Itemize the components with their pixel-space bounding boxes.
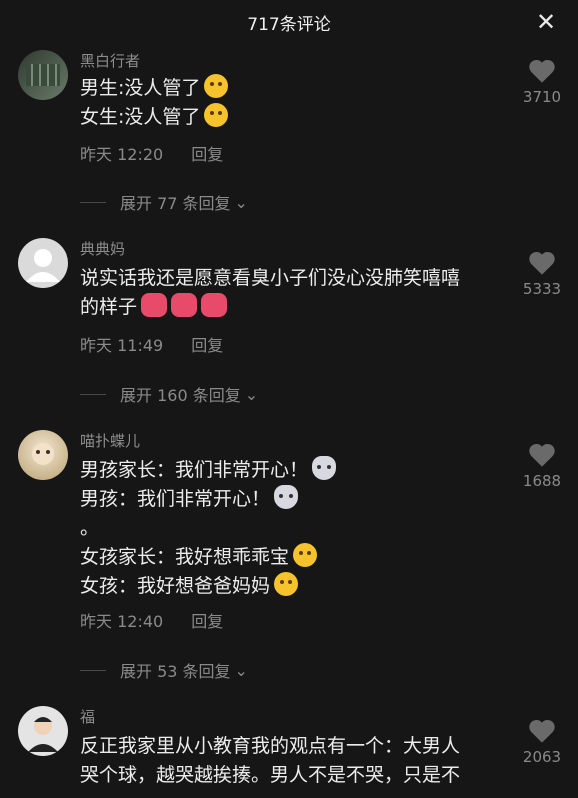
comment-line: 男孩：我们非常开心！ bbox=[80, 488, 271, 510]
username[interactable]: 福 bbox=[80, 706, 95, 727]
avatar[interactable] bbox=[18, 238, 68, 288]
username[interactable]: 黑白行者 bbox=[80, 50, 140, 71]
like-button[interactable]: 2063 bbox=[520, 718, 564, 766]
username[interactable]: 典典妈 bbox=[80, 238, 125, 259]
cat-emoji-icon bbox=[312, 456, 337, 480]
expand-replies-label: 展开 53 条回复 bbox=[120, 662, 231, 681]
avatar-photo-icon bbox=[28, 717, 58, 752]
like-button[interactable]: 3710 bbox=[520, 58, 564, 106]
timestamp: 昨天 11:49 bbox=[80, 336, 164, 355]
username[interactable]: 喵扑蝶儿 bbox=[80, 430, 140, 451]
love-emoji-icon bbox=[141, 293, 168, 317]
chevron-down-icon: ⌄ bbox=[234, 660, 248, 680]
like-count: 2063 bbox=[522, 748, 562, 766]
divider bbox=[80, 201, 106, 203]
heart-icon bbox=[529, 443, 555, 467]
avatar[interactable] bbox=[18, 50, 68, 100]
avatar-photo-icon bbox=[32, 443, 54, 465]
expand-replies-button[interactable]: 展开 160 条回复 ⌄ bbox=[80, 382, 258, 406]
default-avatar-icon bbox=[26, 249, 60, 282]
comment-line: 女孩：我好想爸爸妈妈 bbox=[80, 575, 271, 597]
reply-button[interactable]: 回复 bbox=[191, 608, 223, 632]
heart-icon bbox=[529, 251, 555, 275]
expand-replies-label: 展开 77 条回复 bbox=[120, 194, 231, 213]
expand-replies-button[interactable]: 展开 77 条回复 ⌄ bbox=[80, 190, 248, 214]
comment-text: 说实话我还是愿意看臭小子们没心没肺笑嘻嘻 的样子 bbox=[80, 264, 520, 322]
comment-meta: 昨天 12:20 回复 bbox=[80, 141, 223, 165]
chevron-down-icon: ⌄ bbox=[234, 192, 248, 212]
comment-text: 男生:没人管了 女生:没人管了 bbox=[80, 74, 520, 132]
comments-header: 717条评论 ✕ bbox=[0, 0, 578, 44]
pleading-emoji-icon bbox=[274, 572, 299, 596]
comment-count-title: 717条评论 bbox=[247, 14, 331, 35]
like-button[interactable]: 5333 bbox=[520, 250, 564, 298]
timestamp: 昨天 12:40 bbox=[80, 612, 164, 631]
heart-icon bbox=[529, 719, 555, 743]
avatar-photo-icon bbox=[26, 64, 60, 86]
divider bbox=[80, 669, 106, 671]
like-button[interactable]: 1688 bbox=[520, 442, 564, 490]
love-emoji-icon bbox=[201, 293, 228, 317]
comment-line: 哭个球，越哭越挨揍。男人不是不哭，只是不 bbox=[80, 764, 461, 786]
comment-line: 女孩家长：我好想乖乖宝 bbox=[80, 546, 290, 568]
comment-meta: 昨天 12:40 回复 bbox=[80, 608, 223, 632]
love-emoji-icon bbox=[171, 293, 198, 317]
reply-button[interactable]: 回复 bbox=[191, 332, 223, 356]
expand-replies-button[interactable]: 展开 53 条回复 ⌄ bbox=[80, 658, 248, 682]
like-count: 1688 bbox=[522, 472, 562, 490]
chevron-down-icon: ⌄ bbox=[244, 384, 259, 404]
avatar[interactable] bbox=[18, 430, 68, 480]
grinning-emoji-icon bbox=[204, 74, 229, 98]
comment-line: 男孩家长：我们非常开心！ bbox=[80, 459, 309, 481]
expand-replies-label: 展开 160 条回复 bbox=[120, 386, 241, 405]
comment-line: 女生:没人管了 bbox=[80, 106, 201, 128]
comment-text: 男孩家长：我们非常开心！ 男孩：我们非常开心！ 。 女孩家长：我好想乖乖宝 女孩… bbox=[80, 456, 520, 601]
heart-icon bbox=[529, 59, 555, 83]
avatar[interactable] bbox=[18, 706, 68, 756]
comment-text: 反正我家里从小教育我的观点有一个：大男人 哭个球，越哭越挨揍。男人不是不哭，只是… bbox=[80, 732, 512, 790]
crying-emoji-icon bbox=[204, 103, 229, 127]
comment-line: 的样子 bbox=[80, 296, 138, 318]
reply-button[interactable]: 回复 bbox=[191, 141, 223, 165]
comment-line: 男生:没人管了 bbox=[80, 77, 201, 99]
like-count: 3710 bbox=[522, 88, 562, 106]
pleading-emoji-icon bbox=[293, 543, 318, 567]
like-count: 5333 bbox=[522, 280, 562, 298]
divider bbox=[80, 393, 106, 395]
cat-emoji-icon bbox=[274, 485, 299, 509]
comment-meta: 昨天 11:49 回复 bbox=[80, 332, 223, 356]
comment-line: 说实话我还是愿意看臭小子们没心没肺笑嘻嘻 bbox=[80, 267, 461, 289]
close-icon[interactable]: ✕ bbox=[532, 8, 560, 36]
comment-line: 反正我家里从小教育我的观点有一个：大男人 bbox=[80, 735, 461, 757]
timestamp: 昨天 12:20 bbox=[80, 145, 164, 164]
comment-line: 。 bbox=[80, 517, 100, 539]
